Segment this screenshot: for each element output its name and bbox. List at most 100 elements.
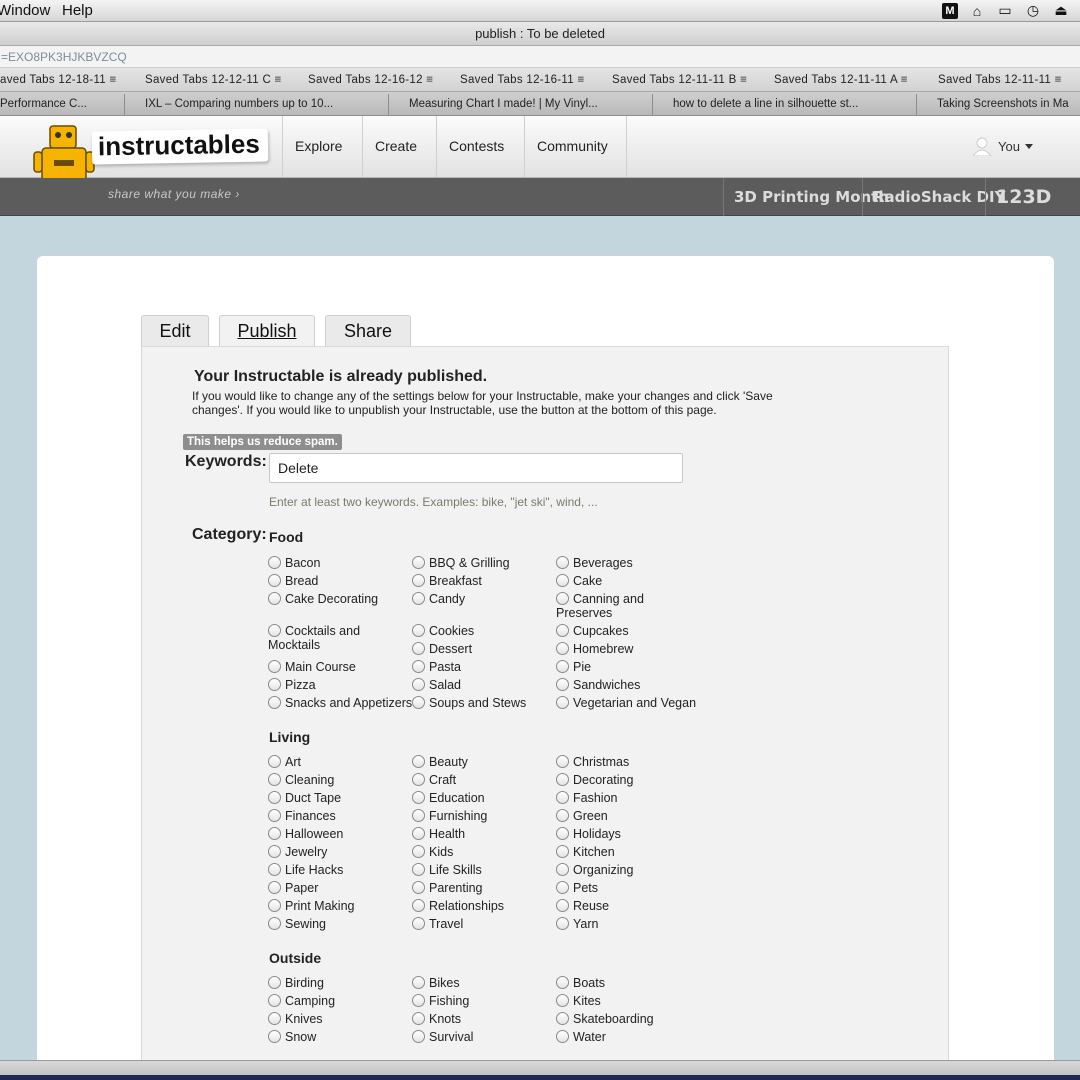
category-option[interactable]: Salad	[412, 678, 558, 692]
radio-button[interactable]	[412, 755, 425, 768]
bookmark-item[interactable]: Saved Tabs 12-16-12 ≡	[308, 68, 433, 91]
radio-button[interactable]	[268, 917, 281, 930]
radio-button[interactable]	[268, 755, 281, 768]
category-option[interactable]: Candy	[412, 592, 558, 606]
radio-button[interactable]	[268, 592, 281, 605]
radio-button[interactable]	[556, 791, 569, 804]
radio-button[interactable]	[412, 574, 425, 587]
radio-button[interactable]	[268, 574, 281, 587]
tab-edit[interactable]: Edit	[141, 315, 209, 347]
radio-button[interactable]	[556, 809, 569, 822]
radio-button[interactable]	[268, 863, 281, 876]
category-option[interactable]: Health	[412, 827, 558, 841]
radio-button[interactable]	[268, 1012, 281, 1025]
bookmark-item[interactable]: Saved Tabs 12-16-11 ≡	[460, 68, 584, 91]
category-option[interactable]: Education	[412, 791, 558, 805]
browser-tab[interactable]: Measuring Chart I made! | My Vinyl...	[388, 94, 652, 115]
radio-button[interactable]	[556, 696, 569, 709]
tagline-link[interactable]: share what you make ›	[108, 187, 240, 201]
radio-button[interactable]	[268, 827, 281, 840]
radio-button[interactable]	[412, 660, 425, 673]
category-option[interactable]: Bacon	[268, 556, 414, 570]
browser-tab[interactable]: Performance C...	[0, 94, 124, 115]
browser-tab[interactable]: how to delete a line in silhouette st...	[652, 94, 916, 115]
radio-button[interactable]	[412, 863, 425, 876]
category-option[interactable]: Boats	[556, 976, 702, 990]
category-option[interactable]: BBQ & Grilling	[412, 556, 558, 570]
radio-button[interactable]	[412, 624, 425, 637]
radio-button[interactable]	[412, 556, 425, 569]
category-option[interactable]: Pets	[556, 881, 702, 895]
radio-button[interactable]	[556, 845, 569, 858]
tab-share[interactable]: Share	[325, 315, 411, 347]
category-option[interactable]: Pasta	[412, 660, 558, 674]
category-option[interactable]: Travel	[412, 917, 558, 931]
category-option[interactable]: Snow	[268, 1030, 414, 1044]
category-option[interactable]: Main Course	[268, 660, 414, 674]
radio-button[interactable]	[268, 809, 281, 822]
category-option[interactable]: Bread	[268, 574, 414, 588]
airplay-icon[interactable]: ▭	[996, 2, 1014, 19]
radio-button[interactable]	[268, 696, 281, 709]
radio-button[interactable]	[268, 773, 281, 786]
menu-help[interactable]: Help	[62, 2, 93, 19]
radio-button[interactable]	[556, 1012, 569, 1025]
radio-button[interactable]	[556, 773, 569, 786]
category-option[interactable]: Holidays	[556, 827, 702, 841]
category-option[interactable]: Knots	[412, 1012, 558, 1026]
browser-tab[interactable]: IXL – Comparing numbers up to 10...	[124, 94, 388, 115]
radio-button[interactable]	[412, 881, 425, 894]
home-icon[interactable]: ⌂	[968, 2, 986, 19]
category-option[interactable]: Craft	[412, 773, 558, 787]
radio-button[interactable]	[412, 1030, 425, 1043]
nav-contests[interactable]: Contests	[436, 116, 524, 210]
radio-button[interactable]	[556, 976, 569, 989]
nav-community[interactable]: Community	[524, 116, 627, 210]
radio-button[interactable]	[556, 881, 569, 894]
radio-button[interactable]	[556, 556, 569, 569]
category-option[interactable]: Dessert	[412, 642, 558, 656]
category-option[interactable]: Furnishing	[412, 809, 558, 823]
category-option[interactable]: Canning and Preserves	[556, 592, 702, 620]
radio-button[interactable]	[412, 917, 425, 930]
keywords-input[interactable]	[269, 453, 683, 483]
radio-button[interactable]	[412, 791, 425, 804]
category-option[interactable]: Green	[556, 809, 702, 823]
category-option[interactable]: Kids	[412, 845, 558, 859]
category-option[interactable]: Pizza	[268, 678, 414, 692]
browser-tab[interactable]: Taking Screenshots in Ma	[916, 94, 1080, 115]
radio-button[interactable]	[268, 845, 281, 858]
radio-button[interactable]	[268, 994, 281, 1007]
category-option[interactable]: Fishing	[412, 994, 558, 1008]
category-option[interactable]: Parenting	[412, 881, 558, 895]
nav-create[interactable]: Create	[362, 116, 436, 210]
radio-button[interactable]	[268, 791, 281, 804]
category-option[interactable]: Cleaning	[268, 773, 414, 787]
category-option[interactable]: Cupcakes	[556, 624, 702, 638]
user-menu[interactable]: You	[972, 136, 1033, 156]
eject-icon[interactable]: ⏏	[1052, 2, 1070, 19]
radio-button[interactable]	[556, 642, 569, 655]
radio-button[interactable]	[412, 678, 425, 691]
radio-button[interactable]	[556, 574, 569, 587]
radio-button[interactable]	[556, 827, 569, 840]
radio-button[interactable]	[412, 976, 425, 989]
site-logo[interactable]: instructables	[91, 128, 269, 165]
category-option[interactable]: Paper	[268, 881, 414, 895]
category-option[interactable]: Pie	[556, 660, 702, 674]
radio-button[interactable]	[268, 556, 281, 569]
category-option[interactable]: Duct Tape	[268, 791, 414, 805]
category-option[interactable]: Sandwiches	[556, 678, 702, 692]
category-option[interactable]: Vegetarian and Vegan	[556, 696, 702, 710]
radio-button[interactable]	[556, 755, 569, 768]
radio-button[interactable]	[412, 1012, 425, 1025]
radio-button[interactable]	[556, 678, 569, 691]
category-option[interactable]: Print Making	[268, 899, 414, 913]
category-option[interactable]: Cocktails and Mocktails	[268, 624, 414, 652]
category-option[interactable]: Snacks and Appetizers	[268, 696, 414, 710]
bookmark-item[interactable]: aved Tabs 12-18-11 ≡	[0, 68, 117, 91]
category-option[interactable]: Life Skills	[412, 863, 558, 877]
radio-button[interactable]	[556, 592, 569, 605]
radio-button[interactable]	[412, 809, 425, 822]
radio-button[interactable]	[268, 899, 281, 912]
